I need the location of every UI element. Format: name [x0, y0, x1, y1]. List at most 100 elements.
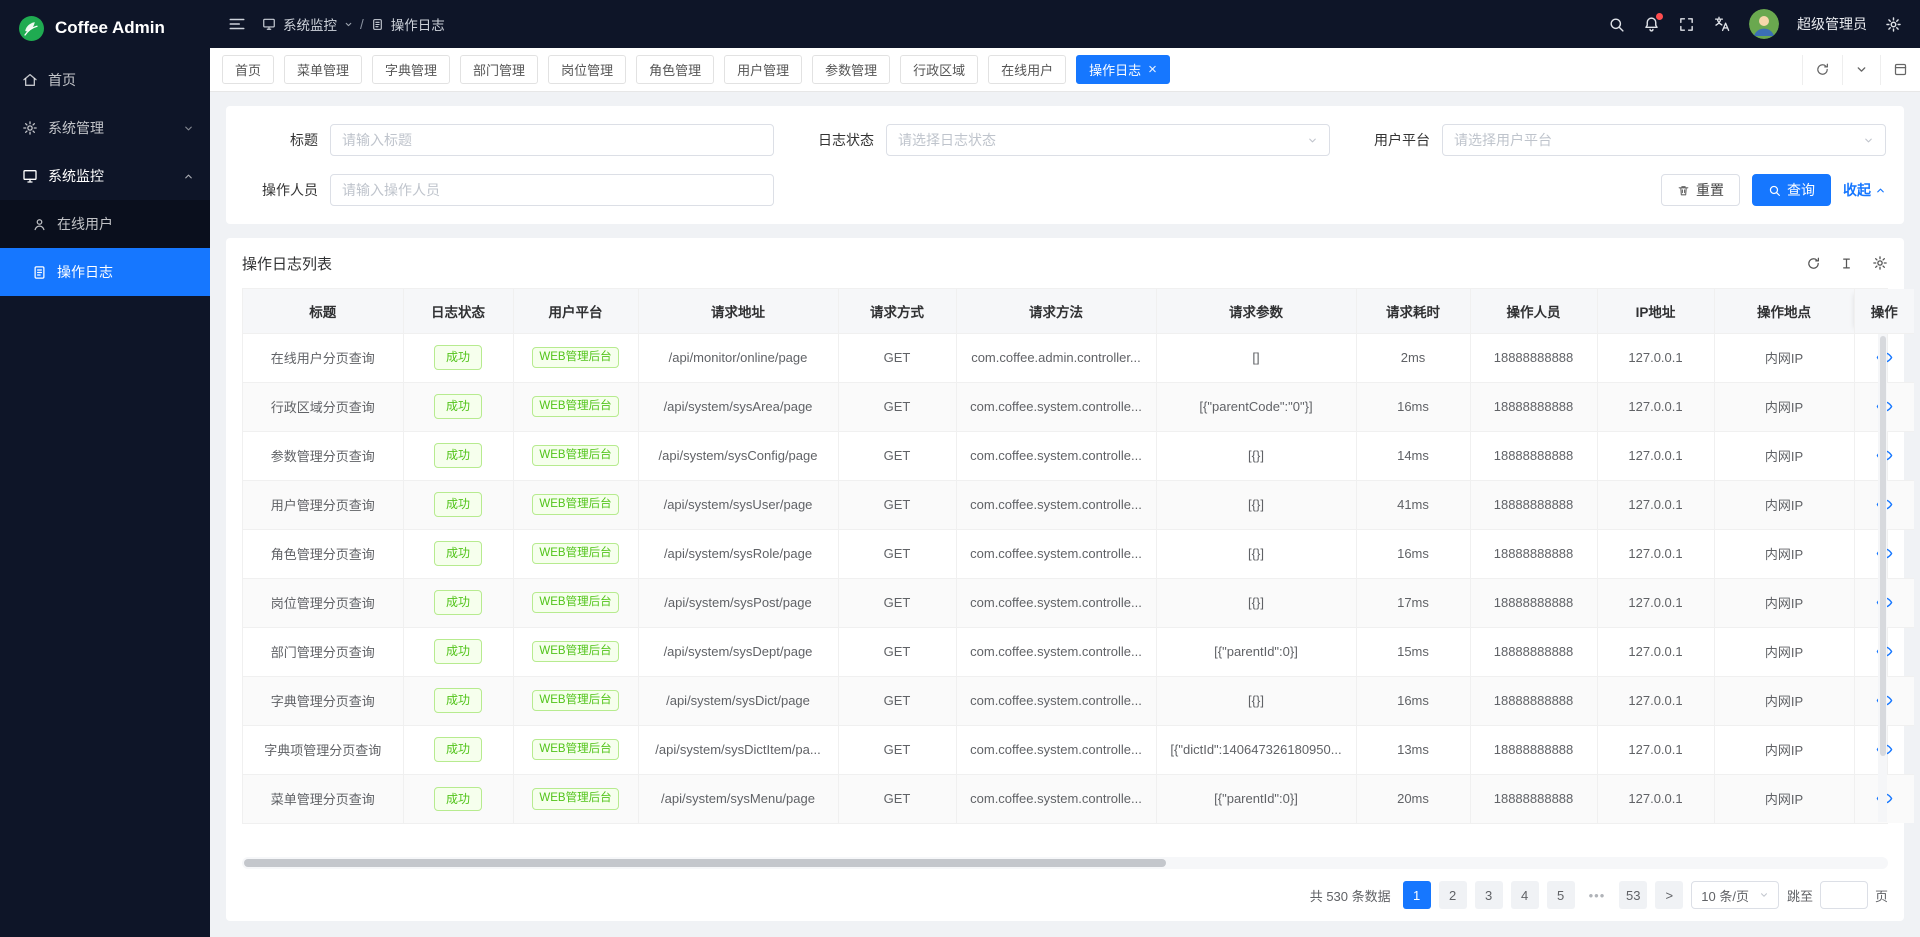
operator-input[interactable] [342, 182, 762, 198]
page-button-5[interactable]: 5 [1547, 881, 1575, 909]
query-button[interactable]: 查询 [1752, 174, 1831, 206]
cell-ip: 127.0.0.1 [1597, 578, 1714, 627]
platform-select[interactable]: 请选择用户平台 [1442, 124, 1886, 156]
tab-部门管理[interactable]: 部门管理 [460, 55, 538, 84]
cell-operator: 18888888888 [1470, 676, 1597, 725]
cell-handler: com.coffee.system.controlle... [956, 578, 1156, 627]
refresh-table-icon[interactable] [1806, 256, 1821, 271]
cell-title: 字典管理分页查询 [243, 676, 403, 725]
vertical-scrollbar-thumb[interactable] [1880, 336, 1886, 756]
main-area: 系统监控 / 操作日志 [210, 0, 1920, 937]
cell-location: 内网IP [1714, 627, 1854, 676]
maximize-content-icon[interactable] [1880, 55, 1920, 85]
cell-url: /api/monitor/online/page [638, 333, 838, 382]
tab-bar: 首页 菜单管理字典管理部门管理 岗位管理 角色管理用户管理 参数管理 行政区域在线用户操作… [210, 48, 1920, 92]
platform-badge: WEB管理后台 [532, 494, 618, 516]
tab-菜单管理[interactable]: 菜单管理 [284, 55, 362, 84]
user-name[interactable]: 超级管理员 [1797, 14, 1867, 34]
notification-bell-icon[interactable] [1643, 16, 1660, 33]
collapse-sidebar-icon[interactable] [228, 15, 246, 33]
tab-label: 岗位管理 [561, 60, 613, 79]
next-page-button[interactable]: > [1655, 881, 1683, 909]
cell-params: [{"dictId":140647326180950... [1156, 725, 1356, 774]
cell-status: 成功 [403, 578, 513, 627]
sidebar-item-home[interactable]: 首页 [0, 56, 210, 104]
cell-url: /api/system/sysPost/page [638, 578, 838, 627]
tab-操作日志[interactable]: 操作日志× [1076, 55, 1170, 84]
sidebar-item-system-management[interactable]: 系统管理 [0, 104, 210, 152]
tab-岗位管理[interactable]: 岗位管理 [548, 55, 626, 84]
page-button-4[interactable]: 4 [1511, 881, 1539, 909]
page-button-2[interactable]: 2 [1439, 881, 1467, 909]
search-icon[interactable] [1608, 16, 1625, 33]
topbar-actions: 超级管理员 [1608, 9, 1902, 39]
tab-角色管理[interactable]: 角色管理 [636, 55, 714, 84]
status-select-placeholder: 请选择日志状态 [898, 130, 996, 150]
column-settings-icon[interactable] [1872, 255, 1888, 271]
cell-status: 成功 [403, 676, 513, 725]
vertical-scrollbar[interactable] [1878, 334, 1887, 822]
tab-在线用户[interactable]: 在线用户 [988, 55, 1066, 84]
app-logo[interactable]: Coffee Admin [0, 0, 210, 56]
tab-label: 参数管理 [825, 60, 877, 79]
cell-ip: 127.0.0.1 [1597, 382, 1714, 431]
reset-button[interactable]: 重置 [1661, 174, 1740, 206]
sidebar-item-system-monitor[interactable]: 系统监控 [0, 152, 210, 200]
cell-url: /api/system/sysConfig/page [638, 431, 838, 480]
collapse-filter-link[interactable]: 收起 [1843, 180, 1886, 200]
cell-status: 成功 [403, 480, 513, 529]
horizontal-scrollbar[interactable] [242, 857, 1888, 869]
tab-字典管理[interactable]: 字典管理 [372, 55, 450, 84]
tab-options-chevron-icon[interactable] [1842, 55, 1880, 85]
cell-title: 岗位管理分页查询 [243, 578, 403, 627]
page-button-53[interactable]: 53 [1619, 881, 1647, 909]
settings-gear-icon[interactable] [1885, 16, 1902, 33]
title-input[interactable] [342, 132, 762, 148]
breadcrumb-section[interactable]: 系统监控 [283, 14, 337, 34]
avatar[interactable] [1749, 9, 1779, 39]
tab-label: 首页 [235, 60, 261, 79]
tab-首页[interactable]: 首页 [222, 55, 274, 84]
cell-operator: 18888888888 [1470, 578, 1597, 627]
translate-icon[interactable] [1713, 15, 1731, 33]
page-content: 标题 日志状态 请选择日志状态 用户平台 [210, 92, 1920, 937]
platform-select-placeholder: 请选择用户平台 [1454, 130, 1552, 150]
chevron-up-icon [183, 171, 194, 182]
cell-handler: com.coffee.system.controlle... [956, 382, 1156, 431]
cell-ip: 127.0.0.1 [1597, 774, 1714, 823]
page-button-3[interactable]: 3 [1475, 881, 1503, 909]
chevron-down-icon [1759, 890, 1769, 900]
jump-page-input[interactable] [1820, 881, 1868, 909]
cell-status: 成功 [403, 774, 513, 823]
status-badge: 成功 [434, 443, 482, 467]
page-button-1[interactable]: 1 [1403, 881, 1431, 909]
platform-badge: WEB管理后台 [532, 592, 618, 614]
page-size-select[interactable]: 10 条/页 [1691, 881, 1779, 909]
table-row: 参数管理分页查询成功WEB管理后台/api/system/sysConfig/p… [243, 431, 1914, 480]
status-badge: 成功 [434, 787, 482, 811]
monitor-icon [22, 168, 38, 184]
table-row: 在线用户分页查询成功WEB管理后台/api/monitor/online/pag… [243, 333, 1914, 382]
cell-ip: 127.0.0.1 [1597, 333, 1714, 382]
column-header: 请求参数 [1156, 289, 1356, 333]
sidebar-item-online-users[interactable]: 在线用户 [0, 200, 210, 248]
sidebar-item-label: 在线用户 [57, 214, 113, 234]
cell-location: 内网IP [1714, 480, 1854, 529]
tab-close-icon[interactable]: × [1148, 62, 1157, 77]
cell-handler: com.coffee.admin.controller... [956, 333, 1156, 382]
title-filter-label: 标题 [244, 130, 330, 150]
fullscreen-icon[interactable] [1678, 16, 1695, 33]
status-select[interactable]: 请选择日志状态 [886, 124, 1330, 156]
horizontal-scrollbar-thumb[interactable] [244, 859, 1166, 867]
cell-url: /api/system/sysDictItem/pa... [638, 725, 838, 774]
density-icon[interactable] [1839, 256, 1854, 271]
cell-title: 字典项管理分页查询 [243, 725, 403, 774]
tab-参数管理[interactable]: 参数管理 [812, 55, 890, 84]
refresh-page-icon[interactable] [1802, 55, 1842, 85]
cell-status: 成功 [403, 333, 513, 382]
sidebar-item-operation-log[interactable]: 操作日志 [0, 248, 210, 296]
cell-operator: 18888888888 [1470, 382, 1597, 431]
tab-行政区域[interactable]: 行政区域 [900, 55, 978, 84]
tab-用户管理[interactable]: 用户管理 [724, 55, 802, 84]
status-badge: 成功 [434, 639, 482, 663]
